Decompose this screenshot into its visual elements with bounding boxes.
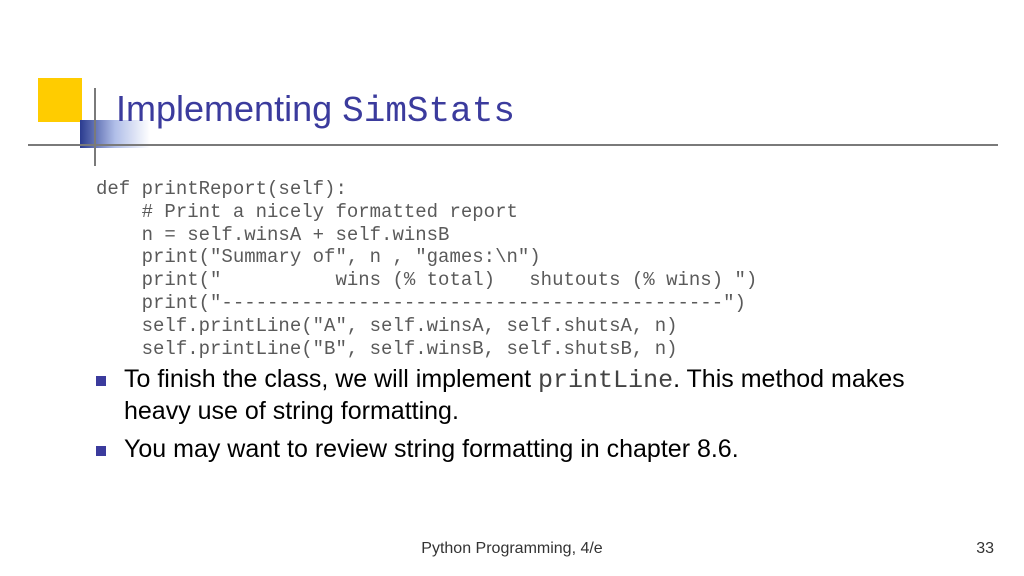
footer-text: Python Programming, 4/e bbox=[0, 540, 1024, 558]
list-item: To finish the class, we will implement p… bbox=[96, 364, 976, 428]
bullet-icon bbox=[96, 376, 106, 386]
bullet-text-pre: You may want to review string formatting… bbox=[124, 435, 739, 463]
page-number: 33 bbox=[976, 540, 994, 558]
title-mono: SimStats bbox=[342, 91, 515, 132]
bullet-text: You may want to review string formatting… bbox=[124, 434, 739, 466]
yellow-square bbox=[38, 78, 82, 122]
bullet-icon bbox=[96, 446, 106, 456]
bullet-text-pre: To finish the class, we will implement bbox=[124, 365, 538, 393]
title-text: Implementing bbox=[116, 88, 342, 129]
vertical-divider bbox=[94, 88, 96, 166]
bullet-list: To finish the class, we will implement p… bbox=[96, 364, 976, 472]
list-item: You may want to review string formatting… bbox=[96, 434, 976, 466]
slide-decoration bbox=[38, 78, 98, 148]
horizontal-divider bbox=[28, 144, 998, 146]
slide-title: Implementing SimStats bbox=[116, 88, 515, 132]
bullet-text: To finish the class, we will implement p… bbox=[124, 364, 976, 428]
code-block: def printReport(self): # Print a nicely … bbox=[96, 178, 757, 360]
bullet-text-mono: printLine bbox=[538, 366, 673, 395]
